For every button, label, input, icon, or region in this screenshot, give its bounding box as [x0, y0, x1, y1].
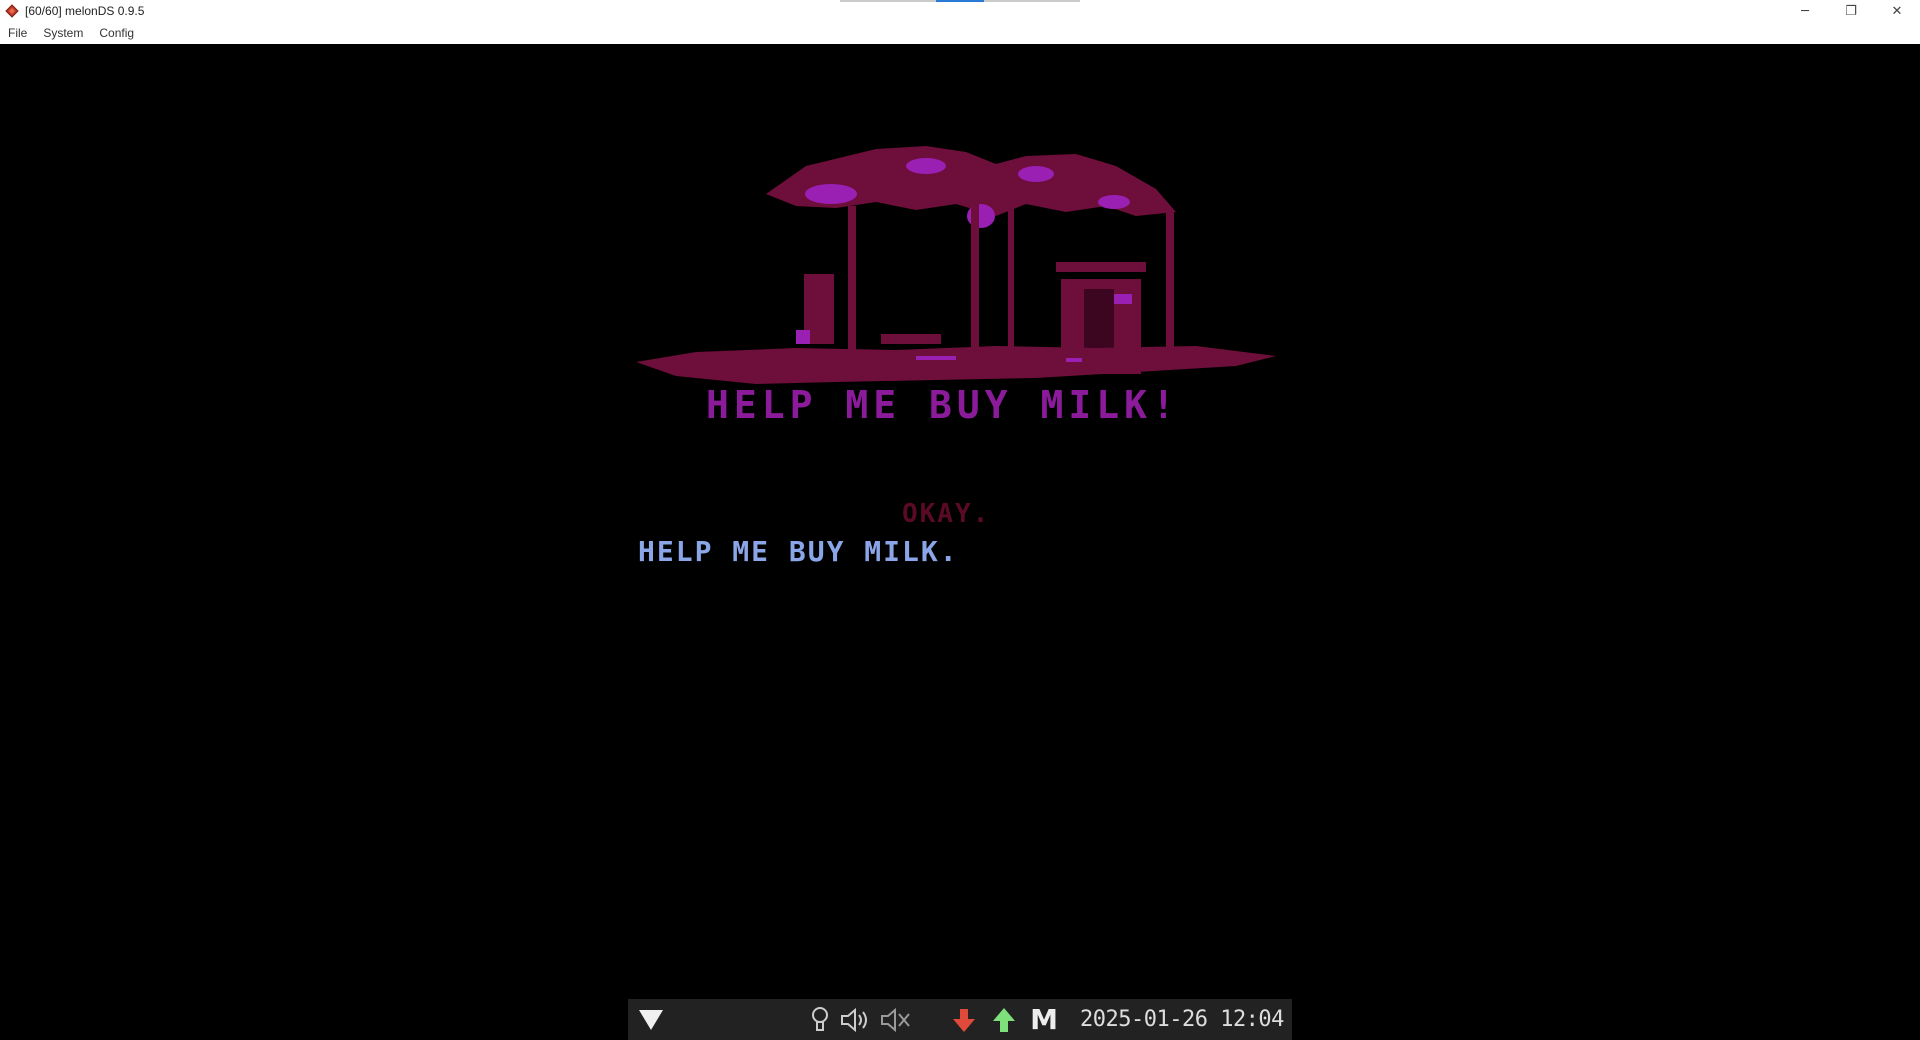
menu-file[interactable]: File	[0, 26, 35, 40]
menu-bar: File System Config	[0, 22, 1920, 44]
menu-system[interactable]: System	[35, 26, 91, 40]
restore-button[interactable]: ❐	[1828, 0, 1874, 22]
close-button[interactable]: ✕	[1874, 0, 1920, 22]
restore-icon: ❐	[1845, 3, 1857, 19]
status-datetime: 2025-01-26 12:04	[1080, 1007, 1284, 1032]
minimize-icon: ─	[1801, 3, 1809, 19]
upload-arrow-icon	[984, 999, 1024, 1040]
title-bar: [60/60] melonDS 0.9.5 ─ ❐ ✕	[0, 0, 1920, 22]
melonds-app-icon	[3, 2, 21, 20]
menu-config[interactable]: Config	[91, 26, 142, 40]
minimize-button[interactable]: ─	[1782, 0, 1828, 22]
player-line-text: HELP ME BUY MILK.	[638, 535, 959, 568]
menu-triangle-icon[interactable]	[636, 999, 666, 1040]
m-icon: M	[1030, 1003, 1058, 1036]
ds-status-bar: M 2025-01-26 12:04	[628, 999, 1292, 1040]
mute-speaker-icon	[876, 999, 916, 1040]
headline-text: HELP ME BUY MILK!	[706, 383, 1180, 427]
download-arrow-icon	[944, 999, 984, 1040]
emulator-screen[interactable]: HELP ME BUY MILK! OKAY. HELP ME BUY MILK…	[0, 44, 1920, 1040]
reply-text: OKAY.	[902, 499, 991, 529]
shop-pixel-art	[636, 146, 1276, 384]
lightbulb-icon	[804, 999, 836, 1040]
close-icon: ✕	[1891, 3, 1903, 19]
taskbar-focus-strip	[840, 0, 1080, 2]
window-controls: ─ ❐ ✕	[1782, 0, 1920, 22]
window-title: [60/60] melonDS 0.9.5	[25, 4, 145, 18]
speaker-icon	[836, 999, 876, 1040]
